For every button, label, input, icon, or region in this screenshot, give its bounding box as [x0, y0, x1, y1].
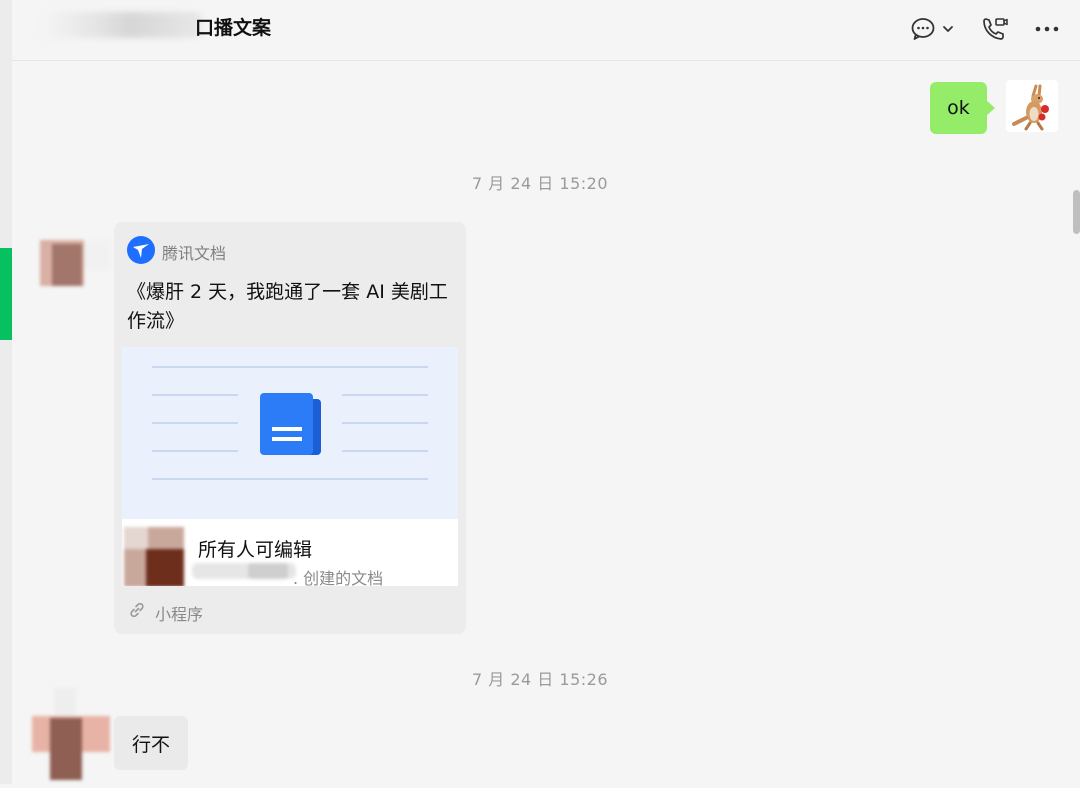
video-call-icon[interactable]	[980, 14, 1010, 44]
blurred-contact-name	[42, 12, 202, 38]
my-avatar[interactable]	[1006, 80, 1058, 132]
permission-label: 所有人可编辑	[198, 539, 313, 561]
mini-program-card[interactable]: 腾讯文档 《爆肝 2 天，我跑通了一套 AI 美剧工作流》 所有人可编辑 . 创…	[114, 222, 466, 634]
sender-avatar[interactable]	[38, 238, 114, 292]
timestamp-2: 7 月 24 日 15:26	[472, 670, 608, 689]
creator-label: . 创建的文档	[293, 569, 384, 586]
other-message-text: 行不	[131, 733, 170, 756]
chat-title: 口播文案	[195, 17, 272, 39]
chat-header: 口播文案	[12, 0, 1080, 61]
card-title: 《爆肝 2 天，我跑通了一套 AI 美剧工作流》	[127, 281, 448, 332]
document-preview	[122, 347, 458, 519]
sidebar-active-indicator	[0, 248, 12, 340]
tencent-docs-icon	[127, 236, 155, 264]
more-icon[interactable]	[1032, 14, 1062, 44]
my-message-bubble[interactable]: ok	[930, 82, 995, 134]
scrollbar-thumb[interactable]	[1073, 190, 1080, 234]
link-icon	[128, 601, 146, 619]
sender-avatar-2[interactable]	[32, 688, 112, 788]
card-info-area: 所有人可编辑 . 创建的文档	[122, 519, 458, 586]
timestamp-1: 7 月 24 日 15:20	[472, 174, 608, 193]
blurred-creator-name	[192, 559, 296, 586]
creator-avatar	[124, 527, 188, 586]
chat-bubble-icon[interactable]	[908, 14, 938, 44]
mini-program-label: 小程序	[155, 605, 204, 624]
my-message-text: ok	[947, 97, 970, 119]
card-source-label: 腾讯文档	[162, 244, 227, 263]
other-message-bubble[interactable]: 行不	[114, 716, 188, 770]
chevron-down-icon[interactable]	[938, 14, 958, 44]
